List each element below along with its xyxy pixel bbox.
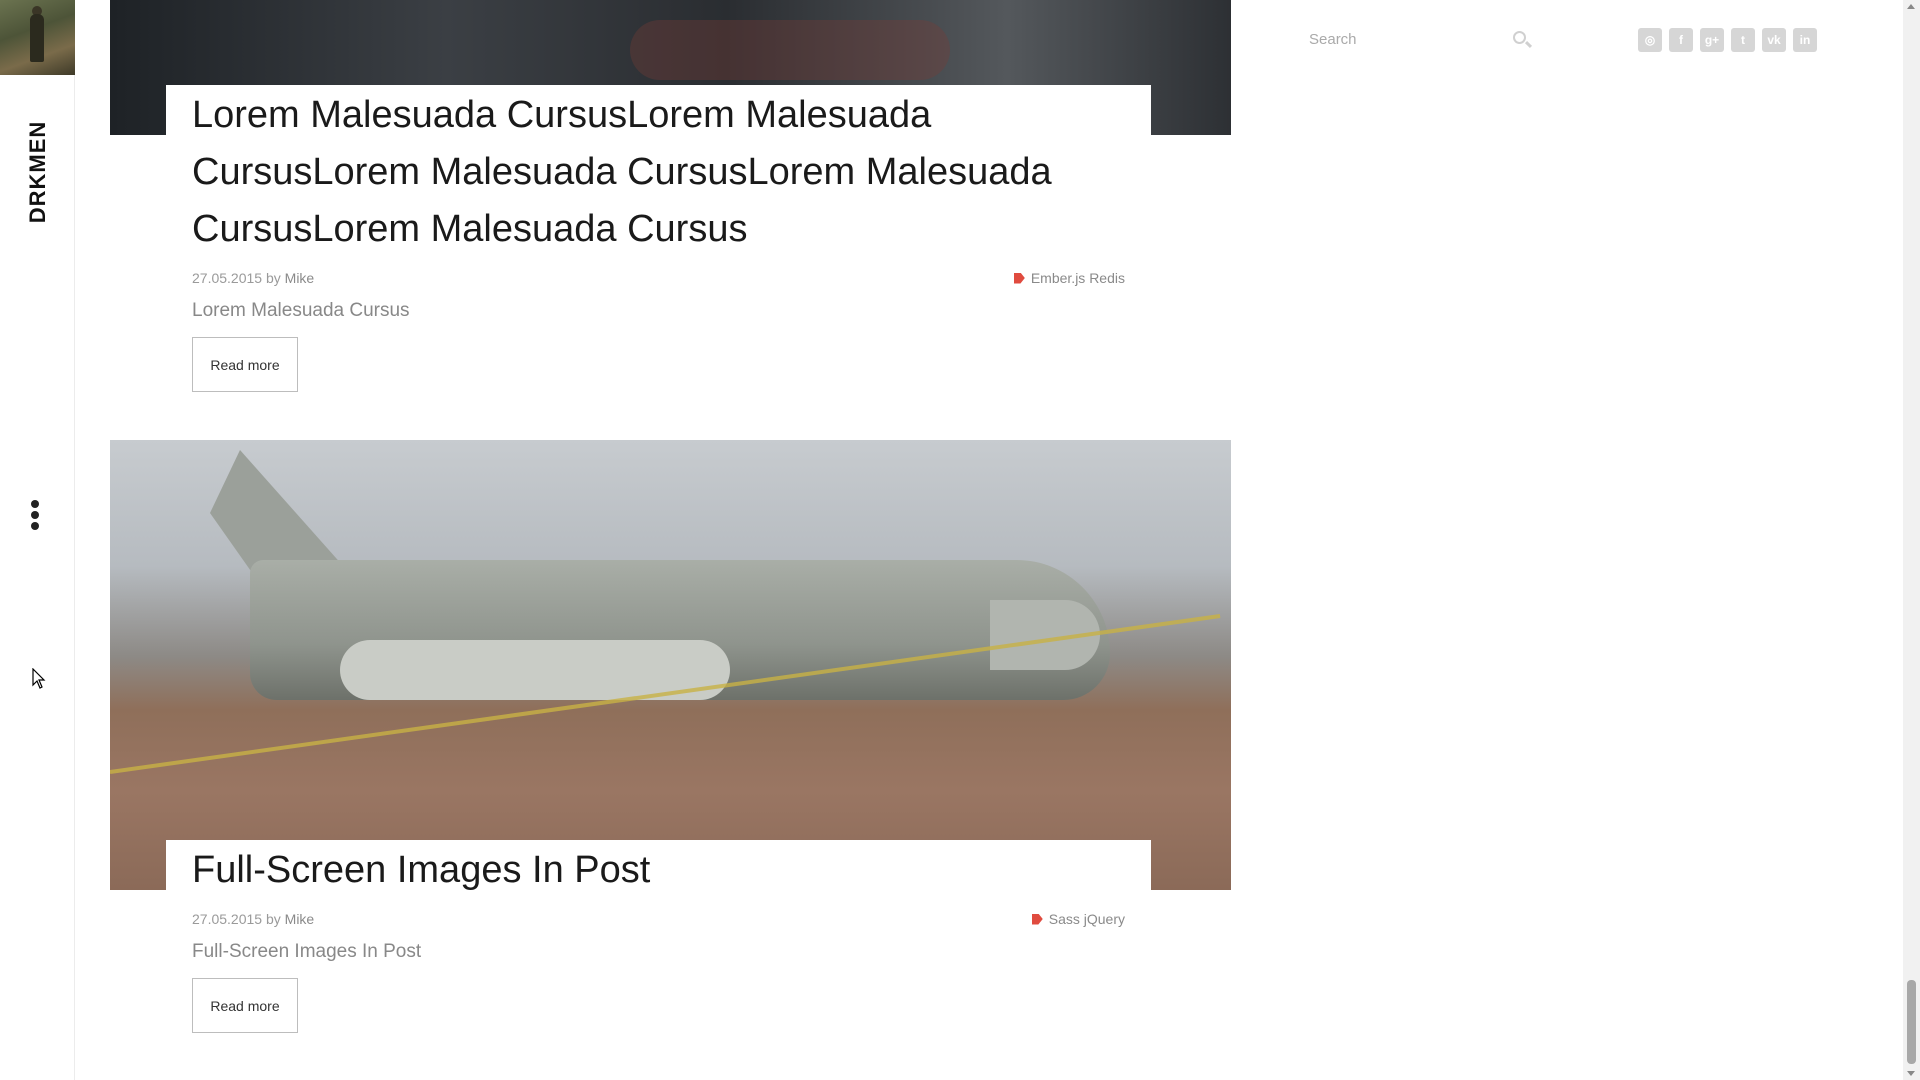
- post-title[interactable]: Lorem Malesuada CursusLorem Malesuada Cu…: [192, 85, 1125, 258]
- post-date: 27.05.2015: [192, 270, 263, 286]
- avatar-figure: [30, 14, 44, 62]
- avatar[interactable]: [0, 0, 75, 75]
- post-by: by: [265, 270, 281, 286]
- post-card: Lorem Malesuada CursusLorem Malesuada Cu…: [166, 85, 1151, 392]
- page-scrollbar[interactable]: [1903, 0, 1920, 1080]
- scroll-down-icon[interactable]: [1907, 1071, 1915, 1076]
- twitter-icon[interactable]: t: [1731, 28, 1755, 52]
- post-card: Full-Screen Images In Post 27.05.2015 by…: [166, 840, 1151, 1033]
- tag-icon: [1013, 272, 1025, 284]
- search-input[interactable]: [1309, 24, 1499, 54]
- read-more-button[interactable]: Read more: [192, 978, 298, 1033]
- post-date-author: 27.05.2015 by Mike: [192, 270, 314, 286]
- site-logo[interactable]: DRKMEN: [25, 121, 51, 224]
- search-box: [1309, 24, 1534, 54]
- post-title[interactable]: Full-Screen Images In Post: [192, 840, 1125, 899]
- scrollbar-thumb[interactable]: [1907, 980, 1916, 1064]
- google-plus-icon[interactable]: g+: [1700, 28, 1724, 52]
- post-tags-links[interactable]: Sass jQuery: [1049, 911, 1125, 927]
- post-tags-links[interactable]: Ember.js Redis: [1031, 270, 1125, 286]
- github-icon[interactable]: ◎: [1638, 28, 1662, 52]
- post-author-link[interactable]: Mike: [285, 911, 315, 927]
- menu-icon[interactable]: [28, 500, 42, 530]
- scroll-up-icon[interactable]: [1907, 4, 1915, 9]
- vk-icon[interactable]: vk: [1762, 28, 1786, 52]
- post-tags: Ember.js Redis: [1013, 270, 1125, 286]
- tag-icon: [1031, 913, 1043, 925]
- post-excerpt: Full-Screen Images In Post: [192, 941, 422, 962]
- post-tags: Sass jQuery: [1031, 911, 1125, 927]
- post-featured-image[interactable]: [110, 440, 1231, 890]
- post-author-link[interactable]: Mike: [285, 270, 315, 286]
- post-date: 27.05.2015: [192, 911, 263, 927]
- linkedin-icon[interactable]: in: [1793, 28, 1817, 52]
- post-date-author: 27.05.2015 by Mike: [192, 911, 314, 927]
- search-icon[interactable]: [1511, 29, 1533, 51]
- post-by: by: [265, 911, 281, 927]
- left-sidebar: DRKMEN: [0, 0, 75, 1080]
- post-meta: 27.05.2015 by Mike Ember.js Redis: [192, 270, 1125, 286]
- post-meta: 27.05.2015 by Mike Sass jQuery: [192, 911, 1125, 927]
- post-excerpt: Lorem Malesuada Cursus: [192, 300, 410, 321]
- social-links: ◎ f g+ t vk in: [1638, 28, 1817, 52]
- read-more-button[interactable]: Read more: [192, 337, 298, 392]
- facebook-icon[interactable]: f: [1669, 28, 1693, 52]
